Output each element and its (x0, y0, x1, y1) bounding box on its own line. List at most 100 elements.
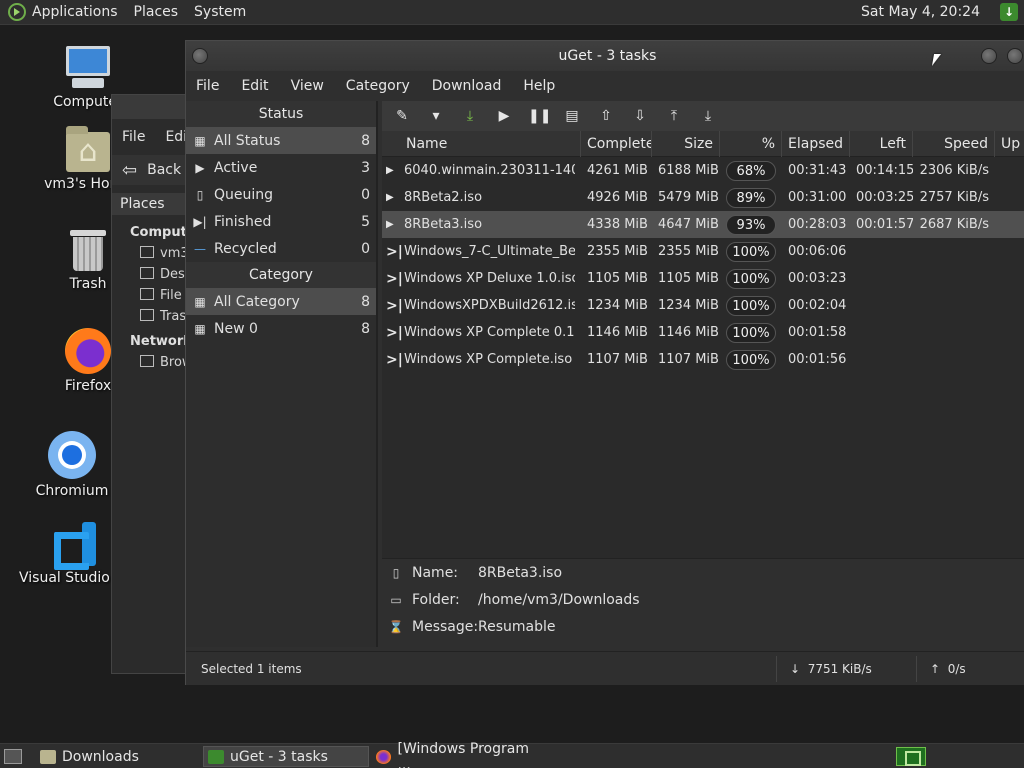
col-speed[interactable]: Speed (913, 130, 995, 157)
move-up-icon[interactable]: ⇧ (596, 108, 616, 124)
maximize-button[interactable] (1007, 48, 1023, 64)
menu-file[interactable]: File (196, 78, 219, 94)
col-elapsed[interactable]: Elapsed (782, 130, 850, 157)
table-row[interactable]: ▶6040.winmain.230311-1400_ 4261 MiB 6188 M… (382, 157, 1024, 184)
pause-icon[interactable]: ❚❚ (528, 108, 551, 124)
uget-window[interactable]: uGet - 3 tasks File Edit View Category D… (185, 40, 1024, 685)
desktop-icon (140, 267, 154, 279)
table-row[interactable]: >| Windows XP Complete.iso 1107 MiB 1107 Mi… (382, 346, 1024, 373)
table-row[interactable]: >| Windows XP Deluxe 1.0.iso 1105 MiB 1105 … (382, 265, 1024, 292)
menu-edit[interactable]: Edit (241, 78, 268, 94)
fm-section-network: Network (130, 334, 192, 349)
status-all[interactable]: ▦ All Status 8 (186, 127, 376, 154)
table-row[interactable]: >| Windows XP Complete 0.1-p 1146 MiB 1146 … (382, 319, 1024, 346)
col-name[interactable]: Name (382, 130, 581, 157)
category-all[interactable]: ▦ All Category 8 (186, 288, 376, 315)
import-download-icon[interactable]: ⤓ (460, 108, 480, 124)
fm-item-trash[interactable]: Trash (112, 309, 190, 324)
uget-tray-icon[interactable]: ↓ (1000, 3, 1018, 21)
fm-section-computer: Computer (130, 225, 203, 240)
clock[interactable]: Sat May 4, 20:24 (861, 4, 980, 20)
progress-pill: 100% (726, 241, 776, 262)
uget-titlebar[interactable]: uGet - 3 tasks (186, 41, 1024, 71)
col-left[interactable]: Left (850, 130, 913, 157)
cell-size: 2355 MiB (658, 244, 719, 259)
menu-help[interactable]: Help (523, 78, 555, 94)
table-row[interactable]: ▶ 8RBeta3.iso 4338 MiB 4647 MiB 93% 00:28:03 0… (382, 211, 1024, 238)
fm-menu-file[interactable]: File (122, 129, 145, 145)
table-row[interactable]: >| Windows_7-C_Ultimate_Bet 2355 MiB 2355 M… (382, 238, 1024, 265)
trash-icon (70, 228, 106, 272)
fm-places-dropdown[interactable]: Places (112, 193, 190, 215)
file-icon: ▯ (392, 565, 400, 580)
firefox-icon (65, 328, 111, 374)
uget-icon (208, 749, 224, 764)
cell-left: 00:03:25 (856, 190, 913, 205)
cell-size: 6188 MiB (658, 163, 719, 178)
cell-complete: 1107 MiB (587, 352, 648, 367)
move-bottom-icon[interactable]: ⤓ (698, 108, 718, 124)
drive-icon (140, 288, 154, 300)
finished-icon: ▶| (193, 214, 207, 229)
progress-pill: 93% (726, 214, 776, 235)
fm-item-desktop[interactable]: Desktop (112, 267, 190, 282)
category-header[interactable]: Category (186, 262, 376, 288)
menu-view[interactable]: View (291, 78, 324, 94)
status-finished[interactable]: ▶| Finished 5 (186, 208, 376, 235)
menu-category[interactable]: Category (346, 78, 410, 94)
firefox-icon (376, 749, 392, 764)
status-recycled[interactable]: — Recycled 0 (186, 235, 376, 262)
cell-elapsed: 00:28:03 (788, 217, 847, 232)
finished-state-icon: >| (386, 297, 403, 314)
table-row[interactable]: ▶ 8RBeta2.iso 4926 MiB 5479 MiB 89% 00:31:00 0… (382, 184, 1024, 211)
cell-elapsed: 00:03:23 (788, 271, 847, 286)
download-speed: ↓ 7751 KiB/s (790, 662, 872, 676)
status-queuing[interactable]: ▯ Queuing 0 (186, 181, 376, 208)
window-menu-button[interactable] (192, 48, 208, 64)
cell-name: >| Windows XP Deluxe 1.0.iso (386, 270, 575, 287)
col-up[interactable]: Up (995, 131, 1024, 157)
mint-menu-icon[interactable] (8, 3, 26, 21)
task-firefox[interactable]: [Windows Program ... (372, 741, 542, 768)
all-category-icon: ▦ (194, 294, 206, 309)
show-desktop-icon[interactable] (4, 749, 22, 764)
menu-download[interactable]: Download (432, 78, 502, 94)
cell-name: ▶ 8RBeta2.iso (386, 190, 483, 205)
toolbar: ✎ ▾ ⤓ ▶ ❚❚ ▤ ⇧ ⇩ ⤒ ⤓ (382, 101, 1024, 131)
network-icon (140, 355, 154, 367)
minimize-button[interactable] (981, 48, 997, 64)
cell-size: 1234 MiB (658, 298, 719, 313)
file-manager-titlebar[interactable] (112, 95, 190, 119)
new-download-icon[interactable]: ✎ (392, 108, 412, 124)
task-uget[interactable]: uGet - 3 tasks (203, 746, 369, 767)
fm-item-browse-network[interactable]: Browse Network (112, 355, 190, 370)
new-dropdown-chevron-icon[interactable]: ▾ (426, 108, 446, 124)
table-row[interactable]: >| WindowsXPDXBuild2612.iso 1234 MiB 1234 M… (382, 292, 1024, 319)
cell-elapsed: 00:02:04 (788, 298, 847, 313)
status-header[interactable]: Status (186, 101, 376, 127)
col-complete[interactable]: Complete (581, 130, 652, 157)
start-icon[interactable]: ▶ (494, 108, 514, 124)
move-down-icon[interactable]: ⇩ (630, 108, 650, 124)
progress-pill: 68% (726, 160, 776, 181)
detail-name-row: ▯ Name: 8RBeta3.iso (382, 559, 1024, 586)
applications-menu[interactable]: Applications (32, 4, 118, 20)
fm-item-home[interactable]: vm3 (112, 246, 190, 261)
workspace-switcher[interactable] (896, 747, 926, 766)
move-top-icon[interactable]: ⤒ (664, 108, 684, 124)
detail-folder-value: /home/vm3/Downloads (478, 591, 640, 608)
status-active[interactable]: ▶ Active 3 (186, 154, 376, 181)
properties-icon[interactable]: ▤ (562, 108, 582, 124)
file-manager-window[interactable]: File Edit ⇦ Back Places Computer vm3 Des… (111, 94, 203, 674)
task-downloads[interactable]: Downloads (36, 746, 198, 767)
col-percent[interactable]: % (720, 130, 782, 157)
places-menu[interactable]: Places (134, 4, 179, 20)
cell-percent: 100% (720, 349, 782, 370)
fm-item-filesystem[interactable]: File System (112, 288, 190, 303)
col-size[interactable]: Size (652, 130, 720, 157)
fm-back-button[interactable]: ⇦ Back (112, 155, 190, 185)
system-menu[interactable]: System (194, 4, 246, 20)
folder-icon (40, 749, 56, 764)
category-new-0[interactable]: ▦ New 0 8 (186, 315, 376, 342)
message-icon: ⌛ (388, 619, 404, 634)
